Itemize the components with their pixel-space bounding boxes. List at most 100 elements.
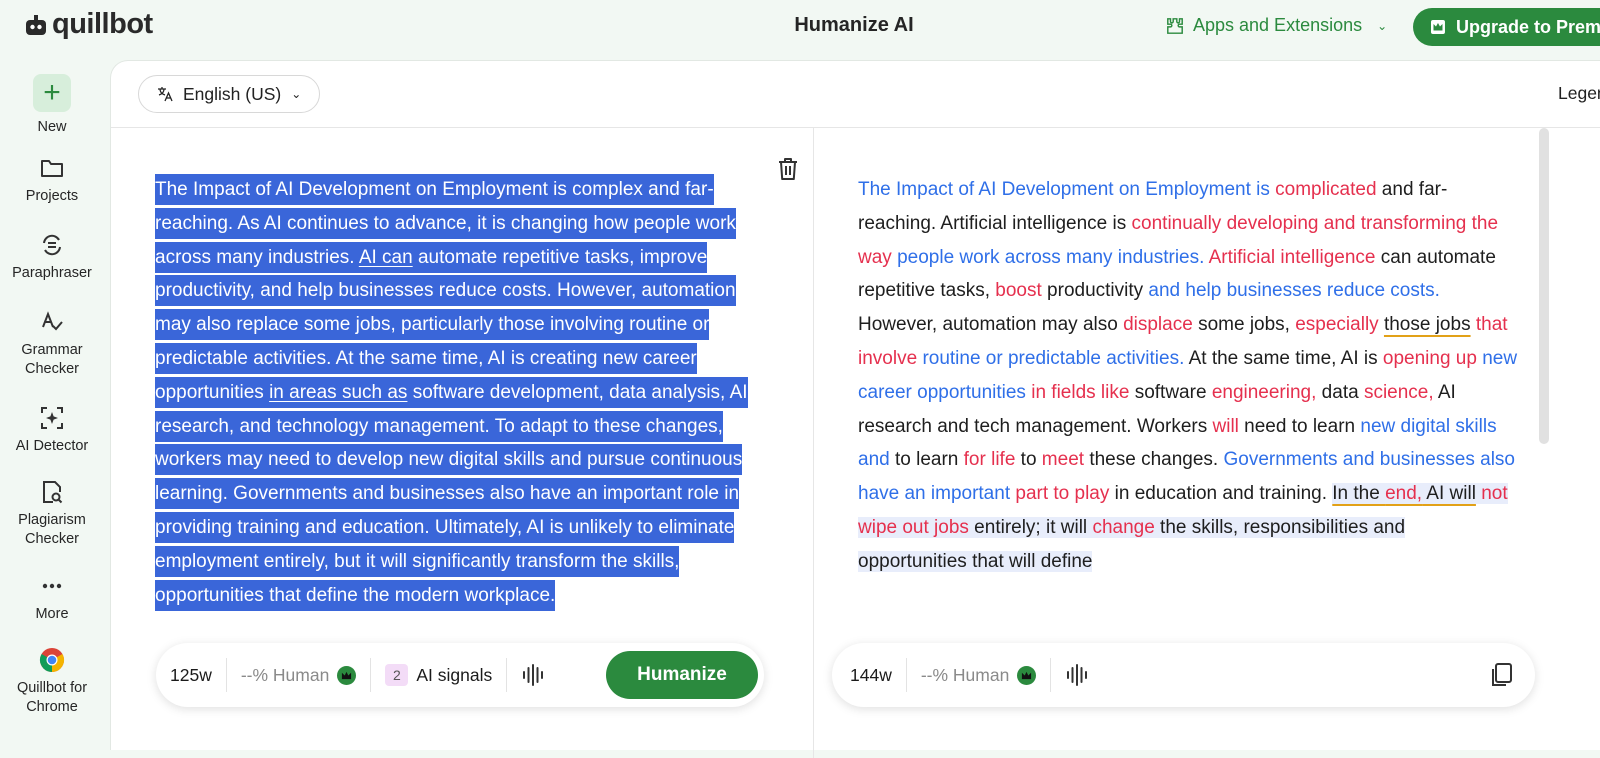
output-text-segment[interactable]: in fields like (1031, 382, 1129, 403)
sidebar-item-more[interactable]: More (0, 572, 104, 624)
sidebar-item-label: More (35, 606, 69, 622)
output-word-count: 144w (832, 658, 907, 692)
human-score-value: --% Human (240, 664, 330, 685)
language-selector[interactable]: English (US) ⌄ (138, 75, 321, 113)
human-score-value: --% Human (920, 664, 1010, 685)
output-text-segment[interactable]: complicated (1275, 179, 1376, 200)
output-text-segment[interactable]: especially (1295, 314, 1378, 335)
output-text-segment[interactable]: Artificial intelligence (1209, 247, 1376, 268)
output-human-score[interactable]: --% Human (907, 658, 1052, 692)
input-word-count: 125w (156, 658, 227, 692)
output-text-segment: software (1129, 381, 1212, 403)
output-text-segment[interactable]: routine or predictable activities. (922, 348, 1184, 369)
input-stats-bar: 125w --% Human 2 AI signals Humanize (156, 643, 764, 707)
output-text-segment[interactable]: will (1213, 416, 1239, 437)
editor-panel: English (US) ⌄ Legend The Impact of AI D… (110, 60, 1600, 758)
output-text-segment[interactable]: change (1092, 516, 1155, 538)
grammar-icon (38, 308, 66, 336)
output-text-segment[interactable]: meet (1042, 449, 1084, 470)
output-text-segment[interactable]: part to play (1015, 483, 1109, 504)
input-text-segment: software development, data analysis, AI … (155, 381, 748, 606)
word-count-value: 144w (850, 664, 892, 685)
chevron-down-icon: ⌄ (291, 87, 302, 101)
output-text-segment[interactable]: AI will (1422, 483, 1476, 505)
sidebar: + New Projects Paraphraser Grammar Check… (0, 60, 110, 739)
upgrade-premium-button[interactable]: Upgrade to Premium (1413, 8, 1600, 46)
top-bar: quillbot Humanize AI Apps and Extensions… (0, 0, 1600, 56)
output-text-segment[interactable]: In the (1332, 483, 1386, 505)
output-text-segment: data (1316, 381, 1364, 403)
sidebar-item-chrome[interactable]: Quillbot for Chrome (0, 646, 104, 717)
ai-detector-icon (38, 404, 66, 432)
output-text-segment: some jobs, (1192, 314, 1296, 336)
sidebar-item-label: Plagiarism Checker (18, 512, 86, 547)
output-text-segment[interactable]: science, (1364, 382, 1434, 403)
output-text-segment[interactable]: for life (964, 449, 1016, 470)
puzzle-icon (1167, 17, 1183, 34)
premium-crown-icon (1017, 665, 1037, 685)
input-human-score[interactable]: --% Human (227, 658, 372, 692)
plus-icon: + (33, 74, 71, 112)
humanize-button[interactable]: Humanize (606, 651, 758, 699)
chevron-down-icon: ⌄ (1377, 18, 1388, 33)
sidebar-item-label: AI Detector (15, 438, 89, 454)
sidebar-item-label: Paraphraser (12, 265, 92, 281)
audio-wave-icon[interactable] (507, 658, 559, 692)
output-text-segment: However, automation may also (858, 314, 1124, 336)
sidebar-item-label: Grammar Checker (21, 342, 83, 377)
output-text-segment: to (1015, 449, 1042, 471)
output-text-segment: in education and training. (1109, 483, 1333, 505)
sidebar-item-label: Quillbot for Chrome (16, 680, 88, 715)
plagiarism-icon (38, 478, 66, 506)
trash-icon[interactable] (777, 157, 799, 181)
audio-wave-icon[interactable] (1051, 658, 1103, 692)
output-text-segment[interactable]: entirely; it will (968, 516, 1093, 538)
pane-divider (813, 128, 814, 758)
output-text-segment[interactable]: displace (1123, 314, 1193, 335)
output-text-area[interactable]: The Impact of AI Development on Employme… (858, 173, 1518, 579)
sidebar-item-projects[interactable]: Projects (0, 154, 104, 206)
sidebar-item-plagiarism[interactable]: Plagiarism Checker (0, 478, 104, 549)
input-text-area[interactable]: The Impact of AI Development on Employme… (155, 173, 773, 612)
folder-icon (38, 154, 66, 182)
word-count-value: 125w (170, 664, 212, 685)
apps-extensions-label: Apps and Extensions (1193, 15, 1363, 35)
output-text-segment[interactable]: The Impact of AI Development on Employme… (858, 179, 1275, 200)
sidebar-item-ai-detector[interactable]: AI Detector (0, 404, 104, 456)
ai-signals[interactable]: 2 AI signals (371, 658, 508, 692)
output-scrollbar[interactable] (1539, 128, 1549, 444)
signals-label: AI signals (416, 664, 493, 685)
apps-extensions-button[interactable]: Apps and Extensions ⌄ (1166, 15, 1387, 36)
toolbar-divider (111, 127, 1600, 128)
output-text-segment[interactable]: boost (995, 280, 1041, 301)
signals-count-badge: 2 (385, 664, 409, 686)
output-text-segment: At the same time, AI is (1184, 347, 1383, 369)
output-text-segment[interactable]: those jobs (1384, 314, 1471, 335)
copy-icon[interactable] (1489, 662, 1513, 688)
upgrade-label: Upgrade to Premium (1455, 16, 1600, 37)
sidebar-item-new[interactable]: + New (0, 74, 104, 137)
chrome-icon (38, 646, 66, 674)
sidebar-item-label: New (37, 119, 67, 135)
more-icon (38, 572, 66, 600)
legend-button[interactable]: Legend (1558, 83, 1600, 104)
output-text-segment: productivity (1041, 280, 1149, 302)
ai-signal-highlight[interactable]: in areas such as (269, 382, 407, 403)
input-text-segment: automate repetitive tasks, improve produ… (155, 246, 736, 403)
crown-icon (1430, 20, 1445, 34)
translate-icon (158, 87, 173, 102)
output-text-segment[interactable]: and help businesses reduce costs. (1148, 280, 1440, 301)
sidebar-item-paraphraser[interactable]: Paraphraser (0, 231, 104, 283)
output-text-segment: these changes. (1084, 449, 1224, 471)
output-text-segment[interactable]: opening up (1383, 348, 1477, 369)
output-stats-bar: 144w --% Human (832, 643, 1535, 707)
output-text-segment: need to learn (1238, 415, 1361, 437)
paraphraser-icon (38, 231, 66, 259)
ai-signal-highlight[interactable]: AI can (359, 247, 413, 268)
output-text-segment[interactable]: engineering, (1212, 382, 1317, 403)
output-text-segment[interactable]: end, (1385, 483, 1423, 505)
language-label: English (US) (183, 83, 282, 104)
sidebar-item-label: Projects (25, 188, 79, 204)
sidebar-item-grammar[interactable]: Grammar Checker (0, 308, 104, 379)
output-text-segment[interactable]: people work across many industries. (897, 247, 1204, 268)
